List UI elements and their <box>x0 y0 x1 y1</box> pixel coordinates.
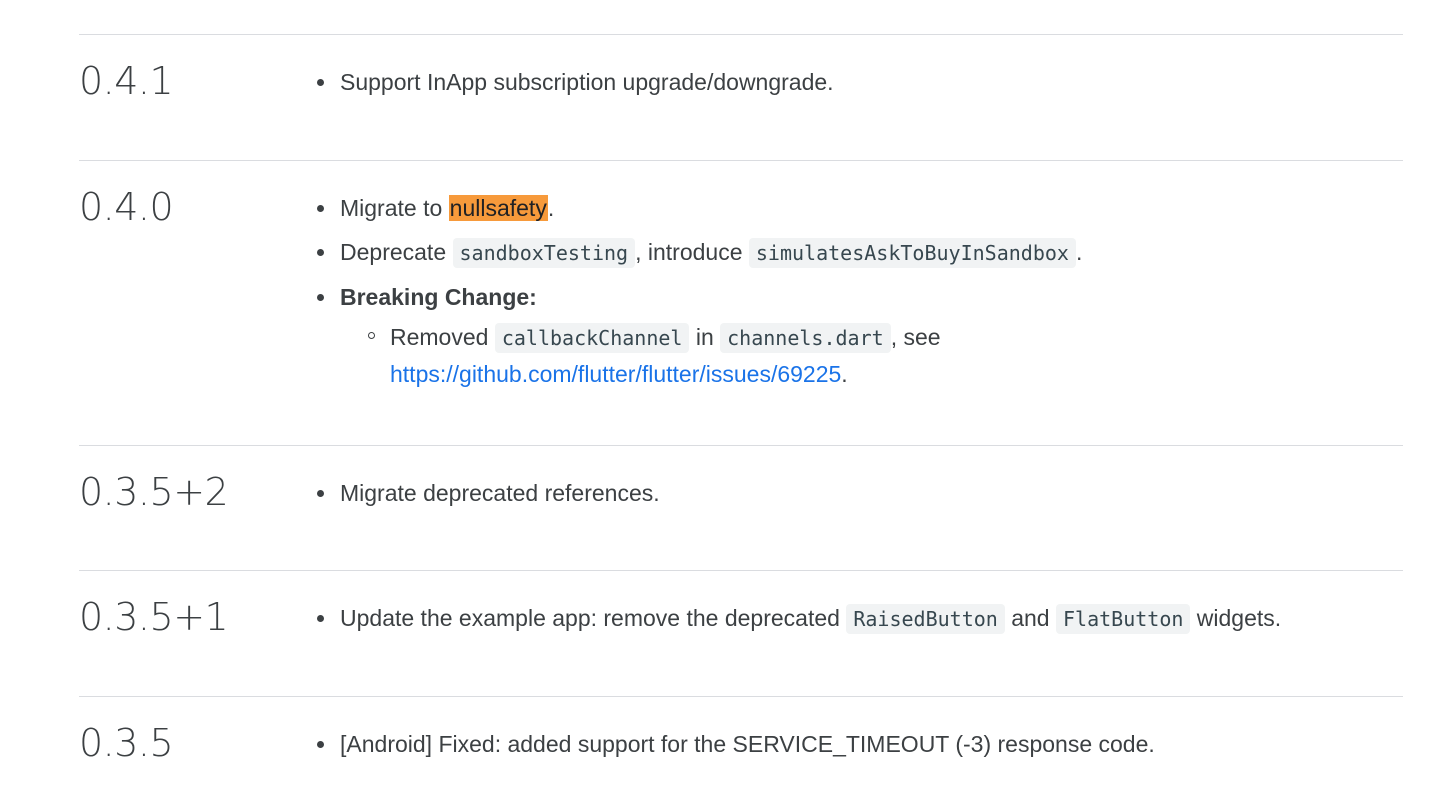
search-highlight: nullsafety <box>448 195 548 221</box>
notes-list: [Android] Fixed: added support for the S… <box>315 728 1403 772</box>
list-item: Deprecate sandboxTesting, introduce simu… <box>315 236 1403 269</box>
notes-list: Migrate deprecated references. <box>315 477 1403 521</box>
list-item: Migrate deprecated references. <box>315 477 1403 509</box>
breaking-change-label: Breaking Change: <box>340 284 537 310</box>
changelog-entry-0-3-5: 0.3.5 [Android] Fixed: added support for… <box>79 696 1403 808</box>
version-heading: 0.3.5+2 <box>79 470 229 514</box>
issue-link[interactable]: https://github.com/flutter/flutter/issue… <box>390 361 841 387</box>
inline-code: simulatesAskToBuyInSandbox <box>748 238 1076 268</box>
notes-list: Update the example app: remove the depre… <box>315 602 1403 647</box>
sub-list: Removed callbackChannel in channels.dart… <box>340 319 1403 392</box>
inline-code: RaisedButton <box>846 604 1005 634</box>
list-item: Support InApp subscription upgrade/downg… <box>315 66 1403 98</box>
inline-code: sandboxTesting <box>452 238 636 268</box>
version-heading: 0.3.5+1 <box>79 595 229 639</box>
notes-list: Migrate to nullsafety. Deprecate sandbox… <box>315 192 1403 404</box>
notes-list: Support InApp subscription upgrade/downg… <box>315 66 1403 110</box>
changelog-entry-0-4-0: 0.4.0 Migrate to nullsafety. Deprecate s… <box>79 160 1403 445</box>
list-item: Breaking Change: Removed callbackChannel… <box>315 281 1403 392</box>
inline-code: FlatButton <box>1055 604 1191 634</box>
list-item: Update the example app: remove the depre… <box>315 602 1403 635</box>
version-heading: 0.3.5 <box>79 721 174 765</box>
list-item: [Android] Fixed: added support for the S… <box>315 728 1403 760</box>
list-item: Migrate to nullsafety. <box>315 192 1403 224</box>
sub-list-item: Removed callbackChannel in channels.dart… <box>340 319 1403 392</box>
changelog-entry-0-4-1: 0.4.1 Support InApp subscription upgrade… <box>79 34 1403 160</box>
version-heading: 0.4.0 <box>79 185 174 229</box>
inline-code: channels.dart <box>720 323 891 353</box>
inline-code: callbackChannel <box>494 323 690 353</box>
changelog-entry-0-3-5-2: 0.3.5+2 Migrate deprecated references. <box>79 445 1403 570</box>
changelog-entry-0-3-5-1: 0.3.5+1 Update the example app: remove t… <box>79 570 1403 696</box>
changelog: 0.4.1 Support InApp subscription upgrade… <box>79 34 1403 808</box>
version-heading: 0.4.1 <box>79 59 174 103</box>
